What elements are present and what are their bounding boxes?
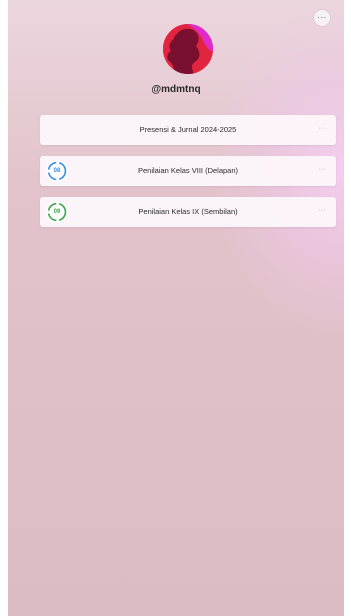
more-dots-icon[interactable]: ···: [318, 156, 326, 184]
page: ··· @mdmtnq Presensi & Jurnal 2024-2025 …: [0, 0, 351, 616]
profile-username: @mdmtnq: [151, 84, 201, 95]
link-card-presensi[interactable]: Presensi & Jurnal 2024-2025 ···: [40, 115, 336, 145]
link-card-kelas-viii[interactable]: 08 Penilaian Kelas VIII (Delapan) ···: [40, 156, 336, 186]
profile-panel: ··· @mdmtnq Presensi & Jurnal 2024-2025 …: [8, 0, 344, 616]
more-dots-icon[interactable]: ···: [318, 115, 326, 143]
link-card-label: Penilaian Kelas VIII (Delapan): [137, 166, 239, 175]
more-dots-icon[interactable]: ···: [318, 197, 326, 225]
link-card-label: Presensi & Jurnal 2024-2025: [139, 125, 237, 134]
more-dots-icon: ···: [317, 13, 327, 22]
link-card-label: Penilaian Kelas IX (Sembilan): [138, 207, 238, 216]
more-options-button[interactable]: ···: [314, 10, 330, 26]
link-card-kelas-ix[interactable]: 09 Penilaian Kelas IX (Sembilan) ···: [40, 197, 336, 227]
avatar-image: [163, 24, 213, 74]
avatar: [163, 24, 213, 74]
